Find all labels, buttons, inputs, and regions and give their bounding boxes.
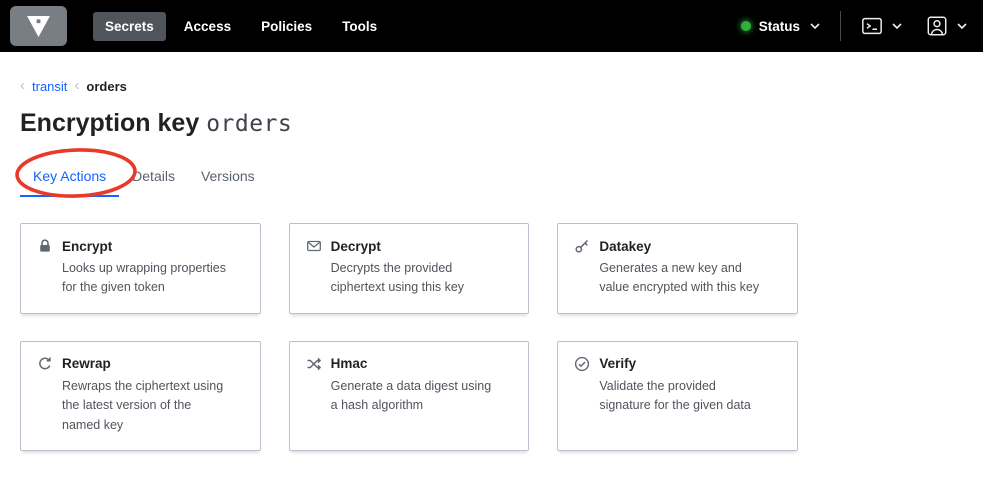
card-title: Encrypt xyxy=(62,238,113,254)
tab-details[interactable]: Details xyxy=(119,162,188,197)
key-icon xyxy=(574,238,590,254)
card-description: Generate a data digest using a hash algo… xyxy=(330,378,492,413)
breadcrumb-current-orders: orders xyxy=(86,79,127,94)
chevron-down-icon xyxy=(892,23,902,29)
card-header: Decrypt xyxy=(306,238,513,254)
console-menu[interactable] xyxy=(861,15,902,37)
card-header: Rewrap xyxy=(37,356,244,372)
tab-versions[interactable]: Versions xyxy=(188,162,268,197)
card-header: Datakey xyxy=(574,238,781,254)
action-card-decrypt[interactable]: Decrypt Decrypts the provided ciphertext… xyxy=(288,223,530,314)
nav-item-policies[interactable]: Policies xyxy=(249,12,324,41)
page-title-key-name: orders xyxy=(206,111,293,137)
card-header: Verify xyxy=(574,356,781,372)
main-content: ‹ transit ‹ orders Encryption key orders… xyxy=(0,77,983,451)
navbar-divider xyxy=(840,11,841,41)
tab-bar-wrap: Key Actions Details Versions xyxy=(15,148,963,198)
tab-bar: Key Actions Details Versions xyxy=(20,162,963,197)
card-header: Hmac xyxy=(306,356,513,372)
card-title: Rewrap xyxy=(62,356,111,372)
card-header: Encrypt xyxy=(37,238,244,254)
breadcrumb: ‹ transit ‹ orders xyxy=(20,77,963,94)
rotate-icon xyxy=(37,356,53,372)
action-card-encrypt[interactable]: Encrypt Looks up wrapping properties for… xyxy=(20,223,261,314)
card-title: Hmac xyxy=(330,356,368,372)
vault-logo[interactable] xyxy=(10,6,67,46)
card-description: Looks up wrapping properties for the giv… xyxy=(62,261,226,295)
nav-item-access[interactable]: Access xyxy=(172,12,243,41)
card-description: Validate the provided signature for the … xyxy=(599,378,751,413)
action-card-datakey[interactable]: Datakey Generates a new key and value en… xyxy=(557,223,798,314)
card-description: Rewraps the ciphertext using the latest … xyxy=(62,378,224,432)
action-card-rewrap[interactable]: Rewrap Rewraps the ciphertext using the … xyxy=(20,340,261,451)
envelope-icon xyxy=(306,238,322,254)
nav-item-secrets[interactable]: Secrets xyxy=(93,11,166,41)
tab-key-actions[interactable]: Key Actions xyxy=(20,162,120,197)
chevron-down-icon xyxy=(810,23,820,29)
status-indicator-dot xyxy=(740,21,751,31)
navbar-right: Status xyxy=(740,11,967,41)
vault-logo-icon xyxy=(27,15,50,37)
terminal-icon xyxy=(862,17,882,35)
primary-nav: Secrets Access Policies Tools xyxy=(93,11,389,41)
user-menu[interactable] xyxy=(926,15,967,37)
nav-item-tools[interactable]: Tools xyxy=(330,12,389,41)
top-navbar: Secrets Access Policies Tools Status xyxy=(0,0,983,52)
user-icon xyxy=(927,16,947,36)
action-card-verify[interactable]: Verify Validate the provided signature f… xyxy=(557,340,798,451)
key-actions-grid: Encrypt Looks up wrapping properties for… xyxy=(20,223,798,451)
breadcrumb-chevron-icon: ‹ xyxy=(74,77,80,94)
card-title: Decrypt xyxy=(330,238,381,254)
card-title: Verify xyxy=(599,356,637,372)
check-circle-icon xyxy=(574,356,590,372)
status-menu[interactable]: Status xyxy=(740,18,820,34)
breadcrumb-link-transit[interactable]: transit xyxy=(32,79,67,94)
lock-icon xyxy=(37,238,53,254)
page-title-prefix: Encryption key xyxy=(20,109,200,137)
status-label: Status xyxy=(758,18,800,34)
page-title: Encryption key orders xyxy=(20,109,963,138)
breadcrumb-chevron-icon: ‹ xyxy=(20,77,25,94)
action-card-hmac[interactable]: Hmac Generate a data digest using a hash… xyxy=(288,340,530,451)
shuffle-icon xyxy=(306,356,322,372)
chevron-down-icon xyxy=(957,23,967,29)
card-description: Generates a new key and value encrypted … xyxy=(599,261,760,295)
card-description: Decrypts the provided ciphertext using t… xyxy=(330,261,465,295)
card-title: Datakey xyxy=(599,238,652,254)
